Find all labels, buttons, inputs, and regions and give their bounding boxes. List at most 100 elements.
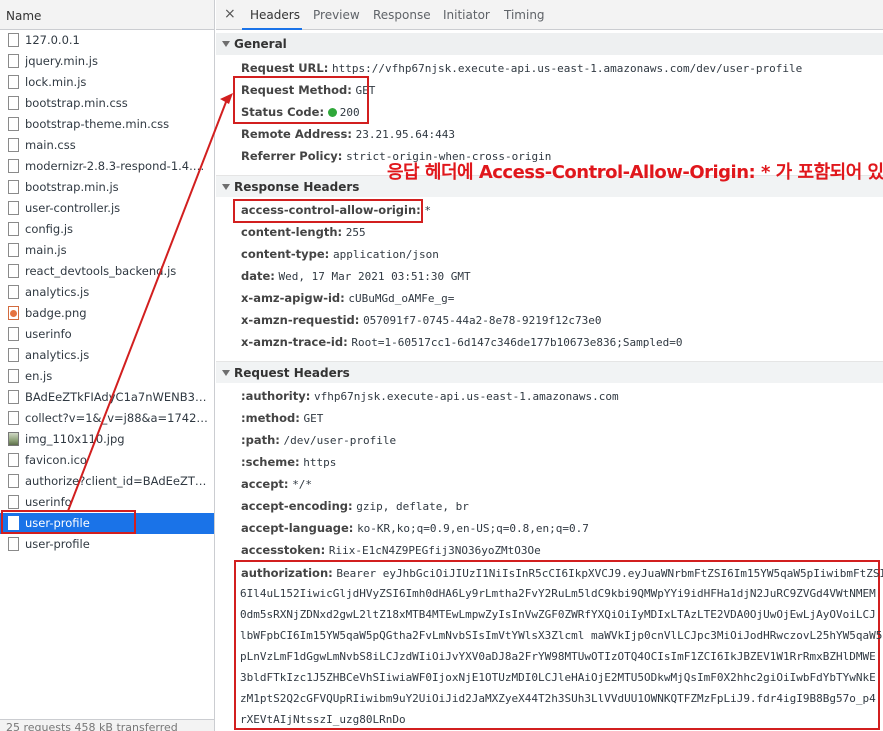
header-key: content-type: — [241, 247, 330, 261]
authorization-value-line: rXEVtAIjNtsszI_uzg80LRnDo — [240, 713, 406, 726]
header-value: /dev/user-profile — [283, 434, 397, 447]
header-key: authorization: — [241, 566, 333, 580]
request-name: userinfo — [25, 495, 72, 509]
request-name: user-profile — [25, 537, 90, 551]
tab-headers[interactable]: Headers — [242, 0, 302, 30]
header-value: https — [303, 456, 337, 469]
request-name: userinfo — [25, 327, 72, 341]
request-name: react_devtools_backend.js — [25, 264, 177, 278]
request-header-row: :authority: vfhp67njsk.execute-api.us-ea… — [241, 389, 619, 407]
request-row[interactable]: config.js — [0, 219, 214, 240]
request-row[interactable]: BAdEeZTkFIAdyC1a7nWENB3sRy... — [0, 387, 214, 408]
name-column-header[interactable]: Name — [0, 0, 214, 30]
request-row[interactable]: analytics.js — [0, 282, 214, 303]
header-value: Wed, 17 Mar 2021 03:51:30 GMT — [278, 270, 471, 283]
header-value: * — [424, 204, 432, 217]
request-name: BAdEeZTkFIAdyC1a7nWENB3sRy... — [25, 390, 211, 404]
details-tab-bar: × Headers Preview Response Initiator Tim… — [216, 0, 883, 30]
header-key: :path: — [241, 433, 280, 447]
doc-icon — [8, 327, 19, 341]
doc-icon — [8, 285, 19, 299]
request-header-row: accept: */* — [241, 477, 312, 495]
header-key: :method: — [241, 411, 300, 425]
request-row[interactable]: userinfo — [0, 324, 214, 345]
header-value: ko-KR,ko;q=0.9,en-US;q=0.8,en;q=0.7 — [357, 522, 589, 535]
request-row[interactable]: authorize?client_id=BAdEeZTkFI... — [0, 471, 214, 492]
header-key: x-amz-apigw-id: — [241, 291, 345, 305]
authorization-value-line: pLnVzLmF1dGgwLmNvbS8iLCJzdWIiOiJvYXV0aDJ… — [240, 650, 876, 663]
request-row[interactable]: 127.0.0.1 — [0, 30, 214, 51]
doc-icon — [8, 495, 19, 509]
collapse-triangle-icon — [222, 41, 230, 47]
header-value: cUBuMGd_oAMFe_g= — [348, 292, 455, 305]
allow-origin-highlight-box — [233, 199, 423, 223]
request-row[interactable]: jquery.min.js — [0, 51, 214, 72]
request-row[interactable]: main.css — [0, 135, 214, 156]
tab-preview[interactable]: Preview — [313, 0, 360, 30]
image-icon — [8, 432, 19, 446]
section-title: General — [234, 37, 287, 51]
doc-icon — [8, 453, 19, 467]
request-name: user-controller.js — [25, 201, 121, 215]
general-section-header[interactable]: General — [216, 33, 883, 55]
request-name: analytics.js — [25, 348, 90, 362]
doc-icon — [8, 537, 19, 551]
request-row[interactable]: badge.png — [0, 303, 214, 324]
request-name: lock.min.js — [25, 75, 87, 89]
request-details-panel: × Headers Preview Response Initiator Tim… — [216, 0, 883, 731]
request-header-row: accept-encoding: gzip, deflate, br — [241, 499, 469, 517]
request-row[interactable]: bootstrap.min.js — [0, 177, 214, 198]
request-row[interactable]: lock.min.js — [0, 72, 214, 93]
response-header-row: x-amzn-requestid: 057091f7-0745-44a2-8e7… — [241, 313, 601, 331]
response-header-row: x-amz-apigw-id: cUBuMGd_oAMFe_g= — [241, 291, 454, 309]
request-name: bootstrap.min.css — [25, 96, 128, 110]
request-header-row: accesstoken: Riix-E1cN4Z9PEGfij3NO36yoZM… — [241, 543, 541, 561]
request-name: badge.png — [25, 306, 87, 320]
request-header-row: :scheme: https — [241, 455, 336, 473]
request-row[interactable]: react_devtools_backend.js — [0, 261, 214, 282]
request-name: collect?v=1&_v=j88&a=1742092... — [25, 411, 211, 425]
request-row[interactable]: modernizr-2.8.3-respond-1.4.2.m... — [0, 156, 214, 177]
doc-icon — [8, 159, 19, 173]
doc-icon — [8, 474, 19, 488]
header-value: gzip, deflate, br — [356, 500, 469, 513]
header-key: Request URL: — [241, 61, 329, 75]
authorization-row: authorization: Bearer eyJhbGciOiJIUzI1Ni… — [241, 566, 883, 584]
request-name: favicon.ico — [25, 453, 87, 467]
request-name: en.js — [25, 369, 53, 383]
png-icon — [8, 306, 19, 320]
request-row[interactable]: favicon.ico — [0, 450, 214, 471]
request-row[interactable]: collect?v=1&_v=j88&a=1742092... — [0, 408, 214, 429]
tab-initiator[interactable]: Initiator — [443, 0, 490, 30]
request-row[interactable]: bootstrap.min.css — [0, 93, 214, 114]
request-name: main.css — [25, 138, 76, 152]
close-icon[interactable]: × — [224, 6, 236, 22]
doc-icon — [8, 75, 19, 89]
request-name: authorize?client_id=BAdEeZTkFI... — [25, 474, 211, 488]
header-key: :scheme: — [241, 455, 300, 469]
request-row[interactable]: user-profile — [0, 534, 214, 555]
request-row[interactable]: main.js — [0, 240, 214, 261]
doc-icon — [8, 411, 19, 425]
network-summary-footer: 25 requests 458 kB transferred — [0, 719, 214, 731]
request-row[interactable]: en.js — [0, 366, 214, 387]
header-key: accept-encoding: — [241, 499, 353, 513]
header-key: Referrer Policy: — [241, 149, 343, 163]
request-row[interactable]: analytics.js — [0, 345, 214, 366]
tab-response[interactable]: Response — [373, 0, 431, 30]
request-row[interactable]: user-controller.js — [0, 198, 214, 219]
header-key: x-amzn-requestid: — [241, 313, 360, 327]
request-name: config.js — [25, 222, 74, 236]
request-headers-section-header[interactable]: Request Headers — [216, 361, 883, 383]
request-row[interactable]: img_110x110.jpg — [0, 429, 214, 450]
request-row[interactable]: bootstrap-theme.min.css — [0, 114, 214, 135]
tab-timing[interactable]: Timing — [504, 0, 545, 30]
header-value: GET — [303, 412, 324, 425]
header-key: Remote Address: — [241, 127, 352, 141]
authorization-value-line: lbWFpbCI6Im15YW5qaW5pQGtha2FvLmNvbSIsImV… — [240, 629, 883, 642]
request-header-row: :method: GET — [241, 411, 323, 429]
request-name: bootstrap.min.js — [25, 180, 119, 194]
doc-icon — [8, 96, 19, 110]
header-value: Riix-E1cN4Z9PEGfij3NO36yoZMtO3Oe — [328, 544, 541, 557]
response-header-row: x-amzn-trace-id: Root=1-60517cc1-6d147c3… — [241, 335, 682, 353]
